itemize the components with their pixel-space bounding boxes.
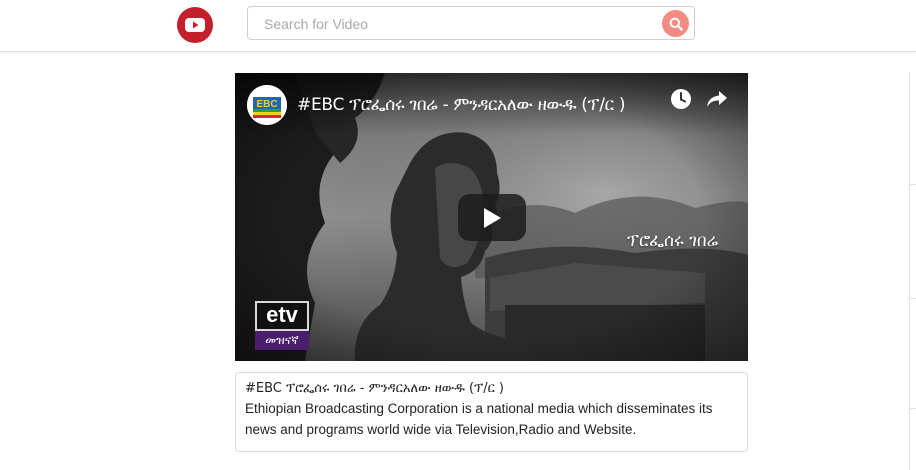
sidebar-divider [910,298,916,299]
video-player[interactable]: EBC #EBC ፕሮፌሰሩ ገበሬ - ምንዳርአለው ዘውዱ (ፕ/ር ) … [235,73,748,361]
description-text: Ethiopian Broadcasting Corporation is a … [245,401,713,437]
clock-icon [671,89,691,109]
play-icon [484,207,501,228]
video-description-card: #EBC ፕሮፌሰሩ ገበሬ - ምንዳርአለው ዘውዱ (ፕ/ር ) Ethi… [235,372,748,452]
description-title: #EBC ፕሮፌሰሩ ገበሬ - ምንዳርአለው ዘውዱ (ፕ/ር ) [245,381,504,396]
search-icon [669,17,683,31]
channel-avatar[interactable]: EBC [247,85,287,125]
video-title[interactable]: #EBC ፕሮፌሰሩ ገበሬ - ምንዳርአለው ዘውዱ (ፕ/ር ) [297,95,625,115]
sidebar-divider [910,408,916,409]
video-header-bar: EBC #EBC ፕሮፌሰሩ ገበሬ - ምንዳርአለው ዘውዱ (ፕ/ር ) [235,73,748,135]
top-navbar [0,0,916,52]
search-button[interactable] [662,10,689,37]
etv-watermark-top: etv [255,301,309,331]
search-bar [247,6,695,41]
youtube-logo-icon[interactable] [177,7,213,43]
watch-later-button[interactable] [669,87,693,111]
share-arrow-icon [707,91,727,107]
video-overlay-caption: ፕሮፌሰሩ ገበሬ [627,231,719,251]
etv-watermark: etv መዝናኛ [255,301,309,350]
ebc-logo-icon: EBC [247,85,287,125]
etv-watermark-bottom: መዝናኛ [255,331,309,350]
play-button[interactable] [458,194,526,241]
search-input[interactable] [262,7,646,41]
sidebar-divider [910,184,916,185]
share-button[interactable] [705,87,729,111]
channel-logo-text: EBC [256,99,277,110]
right-sidebar-edge [909,72,916,470]
